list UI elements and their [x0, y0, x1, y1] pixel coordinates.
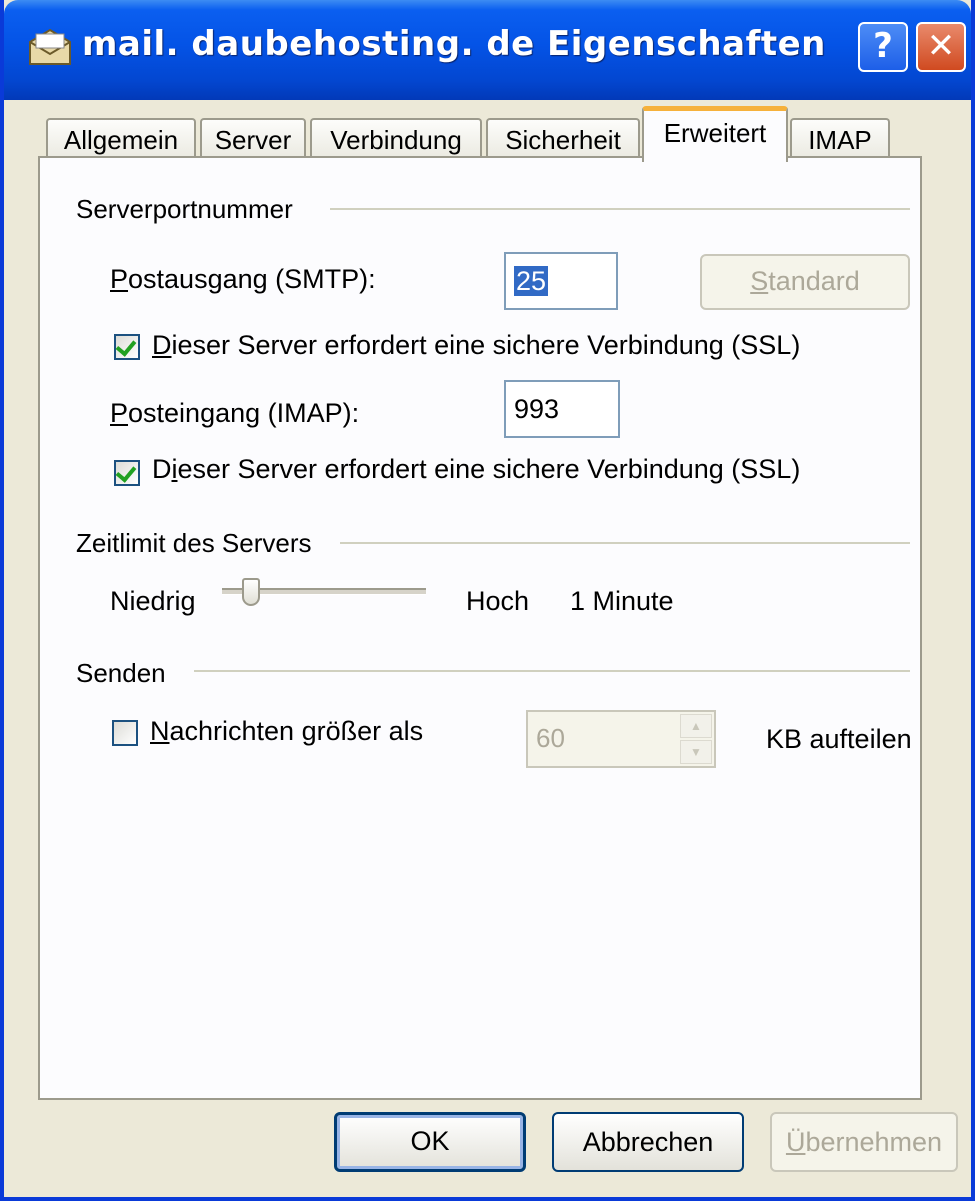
timeout-high-label: Hoch	[466, 586, 530, 616]
imap-ssl-checkbox[interactable]	[114, 460, 140, 486]
spin-down-icon[interactable]: ▼	[680, 740, 712, 764]
serverport-group-label: Serverportnummer	[76, 194, 293, 225]
timeout-value: 1 Minute	[570, 586, 674, 616]
spin-up-icon[interactable]: ▲	[680, 714, 712, 738]
group-divider	[340, 542, 910, 544]
split-size-value: 60	[536, 723, 565, 753]
tab-erweitert[interactable]: Erweitert	[642, 106, 788, 162]
tab-verbindung[interactable]: Verbindung	[310, 118, 482, 158]
timeout-low-label: Niedrig	[110, 586, 196, 616]
timeout-slider-thumb[interactable]	[242, 578, 261, 606]
send-group-label: Senden	[76, 658, 166, 689]
cancel-button[interactable]: Abbrechen	[552, 1112, 744, 1172]
smtp-ssl-checkbox[interactable]	[114, 334, 140, 360]
tab-sicherheit[interactable]: Sicherheit	[486, 118, 640, 158]
tab-allgemein[interactable]: Allgemein	[46, 118, 196, 158]
split-messages-label: Nachrichten größer als	[150, 716, 424, 746]
split-size-spinner[interactable]: 60 ▲ ▼	[526, 710, 716, 768]
standard-button[interactable]: Standard	[700, 254, 910, 310]
kb-unit-label: KB aufteilen	[766, 724, 912, 754]
split-messages-checkbox[interactable]	[112, 720, 138, 746]
properties-dialog: mail. daubehosting. de Eigenschaften ? ✕…	[0, 0, 975, 1201]
close-button[interactable]: ✕	[916, 22, 966, 72]
imap-port-input[interactable]: 993	[504, 380, 620, 438]
group-divider	[330, 208, 910, 210]
smtp-port-input[interactable]: 25	[504, 252, 618, 310]
checkmark-icon	[115, 335, 137, 357]
tab-strip: Allgemein Server Verbindung Sicherheit E…	[44, 104, 944, 162]
mail-account-icon	[29, 28, 71, 65]
checkmark-icon	[115, 461, 137, 483]
timeout-group-label: Zeitlimit des Servers	[76, 528, 312, 559]
window-title: mail. daubehosting. de Eigenschaften	[82, 24, 826, 64]
spinner-buttons: ▲ ▼	[680, 714, 712, 764]
ok-button[interactable]: OK	[334, 1112, 526, 1172]
title-bar[interactable]: mail. daubehosting. de Eigenschaften ? ✕	[4, 0, 971, 100]
smtp-ssl-label: Dieser Server erfordert eine sichere Ver…	[152, 330, 801, 360]
apply-button[interactable]: Übernehmen	[770, 1112, 958, 1172]
tab-panel-erweitert: Serverportnummer Postausgang (SMTP): 25 …	[38, 156, 922, 1100]
group-divider	[194, 670, 910, 672]
tab-imap[interactable]: IMAP	[790, 118, 890, 158]
tab-server[interactable]: Server	[200, 118, 306, 158]
smtp-port-label: Postausgang (SMTP):	[110, 264, 376, 294]
imap-port-label: Posteingang (IMAP):	[110, 398, 360, 428]
help-button[interactable]: ?	[858, 22, 908, 72]
imap-ssl-label: Dieser Server erfordert eine sichere Ver…	[152, 454, 801, 484]
